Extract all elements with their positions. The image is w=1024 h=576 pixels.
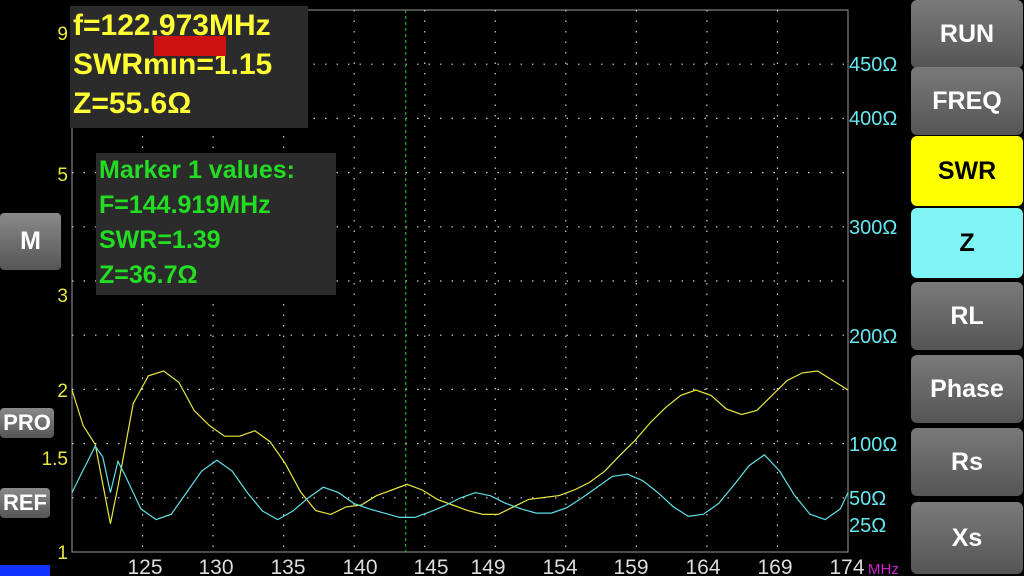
impedance-axis-tick: 300Ω — [849, 217, 897, 239]
x-tick-label: 154 — [542, 556, 577, 576]
impedance-axis-tick: 25Ω — [849, 515, 886, 537]
scroll-indicator[interactable] — [0, 565, 50, 576]
impedance-at-min: Z=55.6Ω — [73, 87, 192, 120]
x-tick-label: 169 — [757, 556, 792, 576]
x-tick-label: 174 — [829, 556, 864, 576]
x-tick-label: 125 — [127, 556, 162, 576]
marker-impedance: Z=36.7Ω — [99, 261, 198, 289]
x-tick-label: 130 — [198, 556, 233, 576]
impedance-axis-tick: 400Ω — [849, 108, 897, 130]
impedance-axis-tick: 450Ω — [849, 54, 897, 76]
run-button[interactable]: RUN — [911, 0, 1023, 68]
rs-button[interactable]: Rs — [911, 428, 1023, 496]
sweep-info-panel: f=122.973MHz SWRmin=1.15 Z=55.6Ω — [70, 6, 308, 128]
swr-trace — [71, 370, 849, 524]
xs-button[interactable]: Xs — [911, 502, 1023, 574]
swr-axis-tick: 2 — [57, 381, 68, 402]
swr-button[interactable]: SWR — [911, 136, 1023, 206]
rl-button[interactable]: RL — [911, 282, 1023, 350]
marker-button[interactable]: M — [0, 213, 61, 270]
swr-axis-tick: 1 — [57, 543, 68, 564]
swr-axis-tick: 1.5 — [42, 449, 68, 470]
impedance-trace — [71, 445, 849, 521]
x-tick-label: 149 — [470, 556, 505, 576]
x-tick-label: 140 — [342, 556, 377, 576]
marker-title: Marker 1 values: — [99, 156, 295, 184]
x-tick-label: 159 — [613, 556, 648, 576]
x-tick-label: 135 — [270, 556, 305, 576]
swr-axis-tick: 5 — [57, 165, 68, 186]
impedance-axis-tick: 100Ω — [849, 434, 897, 456]
marker-swr: SWR=1.39 — [99, 226, 221, 254]
impedance-axis-tick: 50Ω — [849, 488, 886, 510]
marker-frequency: F=144.919MHz — [99, 191, 271, 219]
x-unit-label: MHz — [868, 561, 899, 576]
pro-button[interactable]: PRO — [0, 408, 54, 438]
swr-axis-tick: 3 — [57, 286, 68, 307]
impedance-axis-tick: 200Ω — [849, 326, 897, 348]
phase-button[interactable]: Phase — [911, 355, 1023, 423]
freq-button[interactable]: FREQ — [911, 67, 1023, 135]
marker-info-panel: Marker 1 values: F=144.919MHz SWR=1.39 Z… — [96, 153, 336, 295]
swr-axis-tick: 9 — [57, 24, 68, 45]
x-tick-label: 164 — [685, 556, 720, 576]
min-swr-frequency: f=122.973MHz — [73, 9, 271, 42]
z-button[interactable]: Z — [911, 208, 1023, 278]
x-tick-label: 145 — [413, 556, 448, 576]
ref-button[interactable]: REF — [0, 488, 50, 518]
